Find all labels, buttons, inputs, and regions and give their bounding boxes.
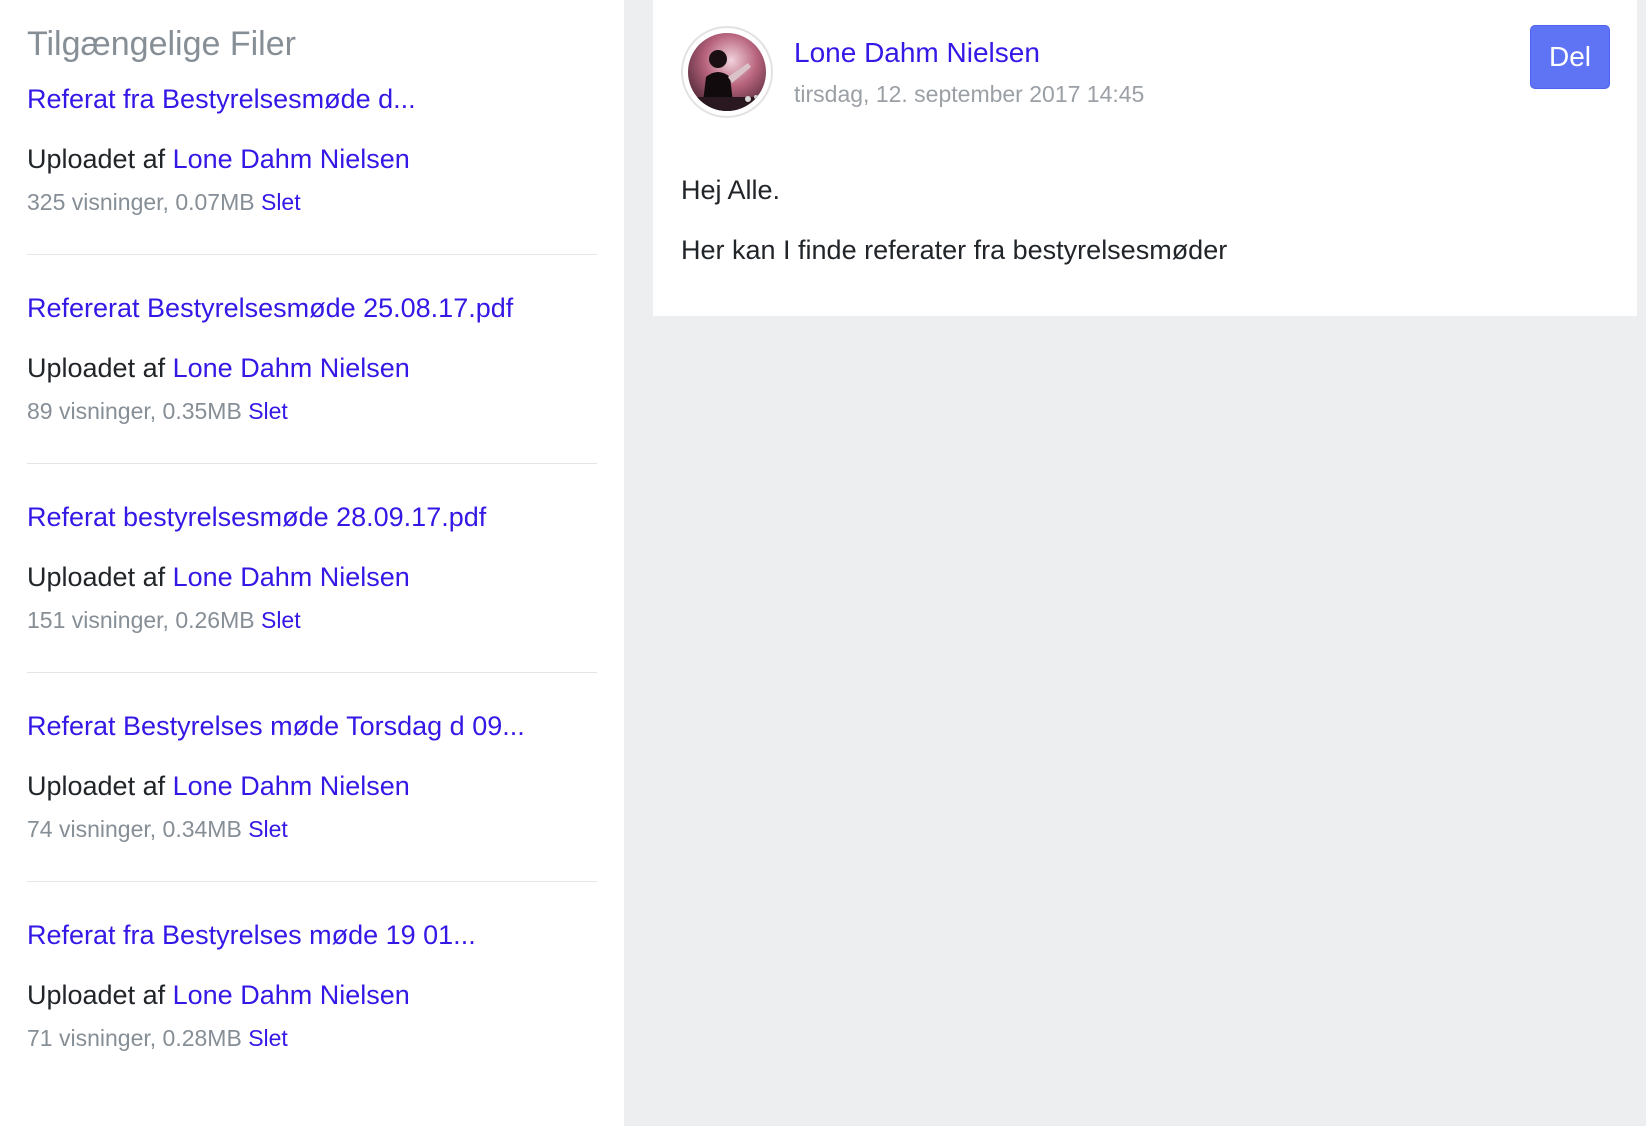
delete-link[interactable]: Slet: [248, 398, 288, 424]
files-sidebar: Tilgængelige Filer Referat fra Bestyrels…: [0, 0, 624, 1126]
sidebar-title: Tilgængelige Filer: [27, 25, 296, 63]
file-item: Referat fra Bestyrelsesmøde d... Uploade…: [27, 82, 597, 255]
file-stats: 325 visninger, 0.07MB: [27, 189, 255, 215]
uploaded-prefix: Uploadet af: [27, 353, 166, 383]
post-paragraph: Hej Alle.: [681, 175, 781, 205]
file-meta: 71 visninger, 0.28MB Slet: [27, 1024, 597, 1052]
post-paragraph: Her kan I finde referater fra bestyrelse…: [681, 235, 1228, 265]
delete-link[interactable]: Slet: [248, 1025, 288, 1051]
author-link[interactable]: Lone Dahm Nielsen: [794, 36, 1040, 70]
uploaded-by-line: Uploadet af Lone Dahm Nielsen: [27, 560, 597, 594]
uploaded-prefix: Uploadet af: [27, 562, 166, 592]
uploaded-by-line: Uploadet af Lone Dahm Nielsen: [27, 351, 597, 385]
file-meta: 325 visninger, 0.07MB Slet: [27, 188, 597, 216]
post-card: Lone Dahm Nielsen tirsdag, 12. september…: [653, 0, 1637, 316]
file-item: Referat fra Bestyrelses møde 19 01... Up…: [27, 918, 597, 1090]
page: Tilgængelige Filer Referat fra Bestyrels…: [0, 0, 1646, 1126]
uploader-link[interactable]: Lone Dahm Nielsen: [173, 771, 410, 801]
file-item: Refererat Bestyrelsesmøde 25.08.17.pdf U…: [27, 291, 597, 464]
uploaded-prefix: Uploadet af: [27, 771, 166, 801]
file-link[interactable]: Referat fra Bestyrelsesmøde d...: [27, 82, 597, 116]
uploaded-prefix: Uploadet af: [27, 144, 166, 174]
file-meta: 151 visninger, 0.26MB Slet: [27, 606, 597, 634]
file-stats: 89 visninger, 0.35MB: [27, 398, 242, 424]
post-timestamp: tirsdag, 12. september 2017 14:45: [794, 81, 1145, 107]
uploader-link[interactable]: Lone Dahm Nielsen: [173, 144, 410, 174]
avatar[interactable]: [681, 26, 773, 118]
share-button[interactable]: Del: [1530, 25, 1610, 89]
uploader-link[interactable]: Lone Dahm Nielsen: [173, 562, 410, 592]
file-link[interactable]: Refererat Bestyrelsesmøde 25.08.17.pdf: [27, 291, 597, 325]
file-stats: 74 visninger, 0.34MB: [27, 816, 242, 842]
uploaded-prefix: Uploadet af: [27, 980, 166, 1010]
delete-link[interactable]: Slet: [261, 607, 301, 633]
file-stats: 71 visninger, 0.28MB: [27, 1025, 242, 1051]
uploader-link[interactable]: Lone Dahm Nielsen: [173, 353, 410, 383]
delete-link[interactable]: Slet: [248, 816, 288, 842]
uploaded-by-line: Uploadet af Lone Dahm Nielsen: [27, 142, 597, 176]
uploaded-by-line: Uploadet af Lone Dahm Nielsen: [27, 769, 597, 803]
file-item: Referat Bestyrelses møde Torsdag d 09...…: [27, 709, 597, 882]
delete-link[interactable]: Slet: [261, 189, 301, 215]
post-body: Hej Alle. Her kan I finde referater fra …: [681, 172, 1601, 292]
file-stats: 151 visninger, 0.26MB: [27, 607, 255, 633]
file-item: Referat bestyrelsesmøde 28.09.17.pdf Upl…: [27, 500, 597, 673]
file-link[interactable]: Referat Bestyrelses møde Torsdag d 09...: [27, 709, 597, 743]
file-meta: 74 visninger, 0.34MB Slet: [27, 815, 597, 843]
uploader-link[interactable]: Lone Dahm Nielsen: [173, 980, 410, 1010]
file-link[interactable]: Referat bestyrelsesmøde 28.09.17.pdf: [27, 500, 597, 534]
avatar-photo: [688, 33, 766, 111]
file-meta: 89 visninger, 0.35MB Slet: [27, 397, 597, 425]
uploaded-by-line: Uploadet af Lone Dahm Nielsen: [27, 978, 597, 1012]
file-link[interactable]: Referat fra Bestyrelses møde 19 01...: [27, 918, 597, 952]
